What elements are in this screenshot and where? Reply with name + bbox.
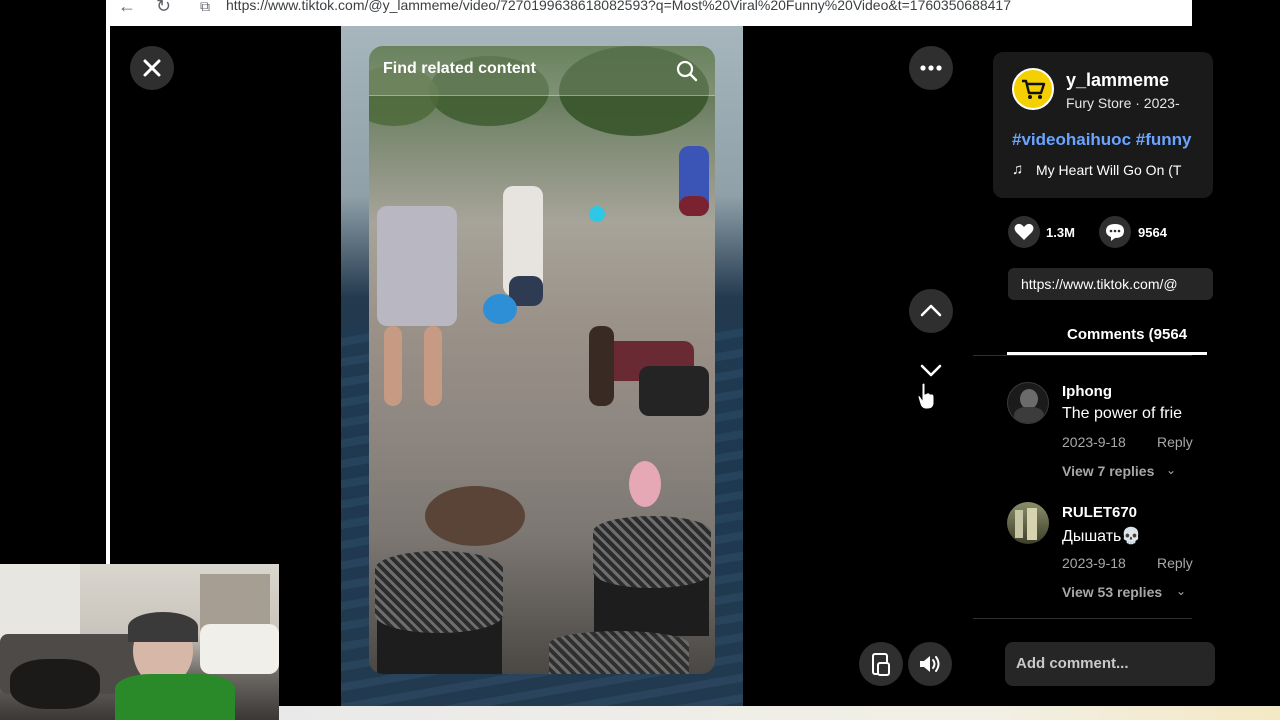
url-text[interactable]: https://www.tiktok.com/@y_lammeme/video/… — [226, 0, 1011, 13]
comment-icon — [1106, 224, 1124, 241]
comment-text: The power of frie — [1062, 405, 1183, 422]
comment-button[interactable] — [1099, 216, 1131, 248]
heart-icon — [1014, 223, 1034, 240]
music-title[interactable]: My Heart Will Go On (T — [1036, 162, 1181, 178]
comment-input-divider — [973, 618, 1192, 619]
video-hashtags[interactable]: #videohaihuoc #funny — [1012, 130, 1191, 150]
author-username[interactable]: y_lammeme — [1066, 70, 1169, 91]
close-button[interactable] — [130, 46, 174, 90]
music-note-icon: ♫ — [1012, 161, 1024, 178]
comment-date: 2023-9-18 — [1062, 555, 1126, 571]
browser-address-bar: ← ↻ ⧉ https://www.tiktok.com/@y_lammeme/… — [106, 0, 1192, 26]
more-icon — [920, 65, 942, 71]
site-info-icon[interactable]: ⧉ — [200, 0, 210, 14]
related-search-placeholder[interactable]: Find related content — [383, 60, 536, 78]
picture-in-picture-button[interactable] — [859, 642, 903, 686]
reply-button[interactable]: Reply — [1157, 555, 1193, 571]
comment-avatar[interactable] — [1007, 382, 1049, 424]
volume-icon — [920, 656, 940, 672]
chevron-up-icon — [920, 304, 942, 317]
chevron-down-icon: ⌄ — [1176, 584, 1187, 598]
reply-button[interactable]: Reply — [1157, 434, 1193, 450]
hand-cursor-icon — [917, 382, 935, 410]
like-count: 1.3M — [1046, 225, 1075, 240]
comment-avatar[interactable] — [1007, 502, 1049, 544]
chevron-down-icon: ⌄ — [1166, 463, 1177, 477]
screen: ← ↻ ⧉ https://www.tiktok.com/@y_lammeme/… — [0, 0, 1280, 720]
comment-username[interactable]: Iphong — [1062, 383, 1112, 400]
reload-icon[interactable]: ↻ — [156, 0, 171, 15]
shopping-cart-icon — [1022, 79, 1046, 99]
back-arrow-icon[interactable]: ← — [118, 0, 136, 15]
tab-divider — [973, 355, 1192, 356]
comment-text: Дышать💀 — [1062, 528, 1142, 545]
video-player[interactable] — [369, 46, 715, 674]
view-replies-button[interactable]: View 53 replies — [1062, 584, 1162, 600]
close-icon — [143, 59, 161, 77]
view-replies-button[interactable]: View 7 replies — [1062, 463, 1154, 479]
share-link-text[interactable]: https://www.tiktok.com/@ — [1021, 276, 1178, 292]
search-icon[interactable] — [676, 60, 698, 82]
volume-button[interactable] — [908, 642, 952, 686]
author-avatar[interactable] — [1012, 68, 1054, 110]
webcam-overlay — [0, 564, 279, 720]
more-options-button[interactable] — [909, 46, 953, 90]
picture-in-picture-icon — [872, 653, 890, 676]
comment-username[interactable]: RULET670 — [1062, 504, 1137, 521]
like-button[interactable] — [1008, 216, 1040, 248]
comment-date: 2023-9-18 — [1062, 434, 1126, 450]
tab-comments[interactable]: Comments (9564 — [1067, 326, 1187, 343]
taskbar-strip — [279, 706, 1280, 720]
add-comment-placeholder[interactable]: Add comment... — [1016, 655, 1129, 672]
comment-count: 9564 — [1138, 225, 1167, 240]
previous-video-button[interactable] — [909, 289, 953, 333]
author-subline: Fury Store · 2023- — [1066, 95, 1180, 111]
